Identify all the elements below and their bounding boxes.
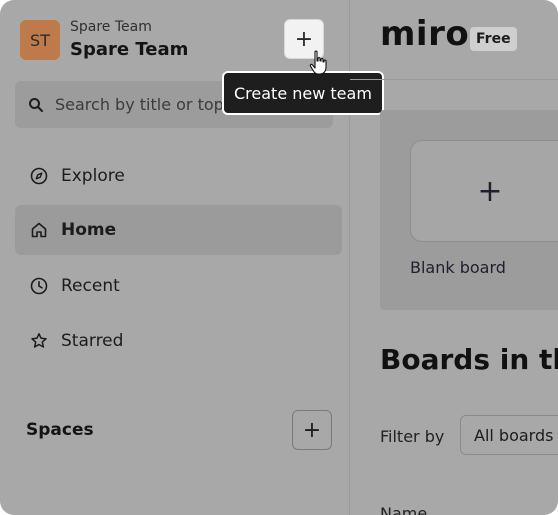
- app-window: ST Spare Team Spare Team + Create new te…: [0, 0, 558, 515]
- clock-icon: [29, 276, 49, 296]
- header-divider: [350, 79, 558, 80]
- blank-board-card[interactable]: +: [410, 140, 558, 242]
- search-icon: [28, 97, 44, 113]
- sidebar-item-explore[interactable]: Explore: [15, 151, 342, 201]
- spaces-heading: Spaces: [26, 420, 94, 440]
- sidebar-item-starred[interactable]: Starred: [15, 316, 342, 366]
- filter-select[interactable]: All boards: [460, 415, 558, 455]
- team-switcher-subtitle: Spare Team: [70, 19, 152, 35]
- sidebar: ST Spare Team Spare Team + Create new te…: [0, 0, 382, 515]
- sidebar-item-home[interactable]: Home: [15, 205, 342, 255]
- filter-label: Filter by: [380, 427, 445, 446]
- add-space-button[interactable]: +: [292, 410, 332, 450]
- boards-heading: Boards in this team: [380, 343, 558, 376]
- sidebar-item-label: Explore: [61, 166, 125, 186]
- team-name[interactable]: Spare Team: [70, 39, 188, 60]
- table-column-name[interactable]: Name: [380, 504, 427, 515]
- hand-cursor-icon: [309, 50, 327, 75]
- home-icon: [29, 220, 49, 240]
- main-content: miro Free + Blank board Boards in this t…: [350, 0, 558, 515]
- sidebar-item-recent[interactable]: Recent: [15, 261, 342, 311]
- plan-badge: Free: [470, 27, 517, 51]
- plus-icon: +: [477, 173, 503, 209]
- sidebar-item-label: Recent: [61, 276, 120, 296]
- sidebar-item-label: Home: [61, 220, 117, 240]
- plus-icon: +: [302, 417, 322, 443]
- miro-logo[interactable]: miro: [380, 14, 469, 54]
- blank-board-label[interactable]: Blank board: [410, 258, 506, 277]
- compass-icon: [29, 166, 49, 186]
- team-avatar[interactable]: ST: [20, 20, 60, 60]
- sidebar-item-label: Starred: [61, 331, 124, 351]
- star-icon: [29, 331, 49, 351]
- plus-icon: +: [294, 26, 314, 52]
